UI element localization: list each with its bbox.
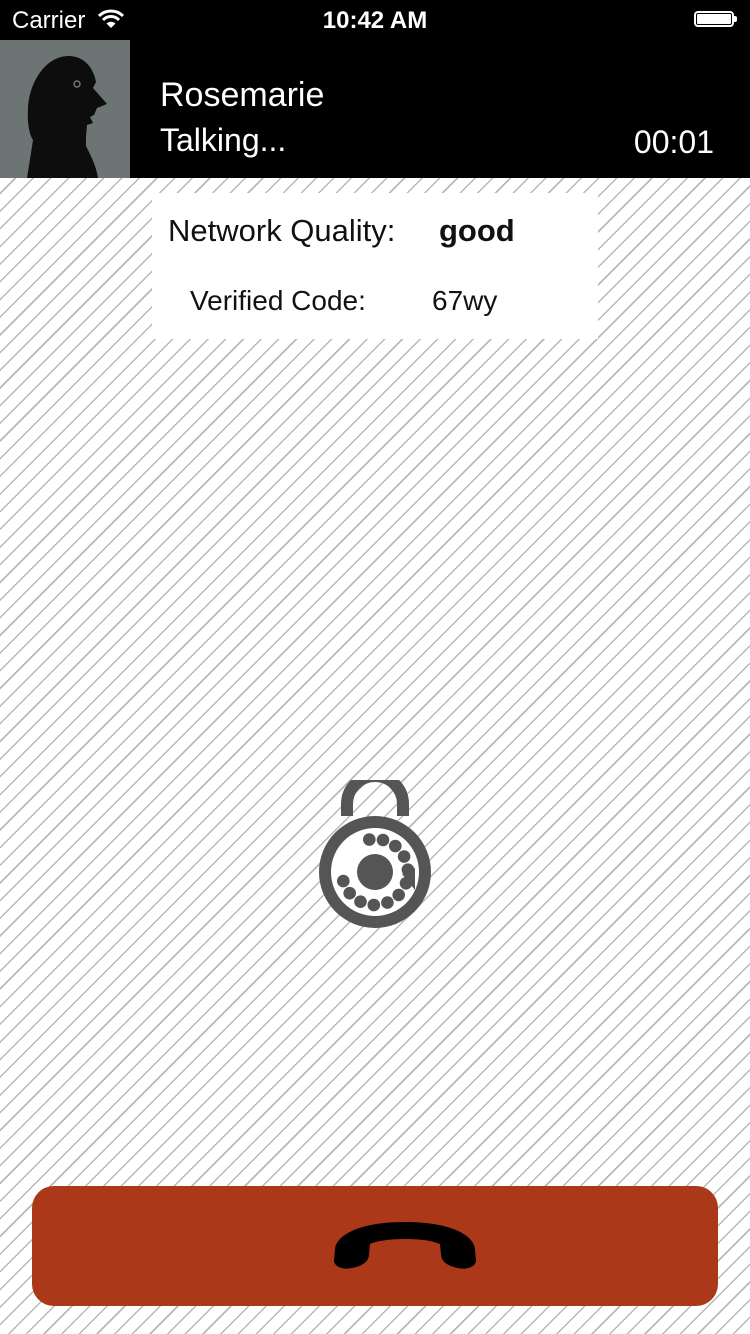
network-quality-value: good (439, 213, 515, 248)
battery-icon (694, 11, 738, 29)
call-timer: 00:01 (633, 124, 714, 160)
caller-name: Rosemarie (160, 76, 325, 114)
verified-code-label: Verified Code: (190, 285, 366, 316)
call-status: Talking... (160, 122, 287, 158)
hang-up-button[interactable] (32, 1186, 718, 1306)
status-bar: Carrier 10:42 AM (0, 0, 750, 40)
call-header: Rosemarie Talking... 00:01 (0, 40, 750, 178)
combination-lock-icon (316, 770, 434, 930)
call-info-card: Network Quality: good Verified Code: 67w… (152, 193, 598, 339)
avatar (0, 40, 130, 178)
person-silhouette-icon (27, 55, 107, 178)
verified-code-value: 67wy (432, 285, 498, 316)
status-time: 10:42 AM (322, 7, 428, 34)
network-quality-label: Network Quality: (168, 213, 396, 248)
phone-hangup-icon (334, 1222, 476, 1269)
